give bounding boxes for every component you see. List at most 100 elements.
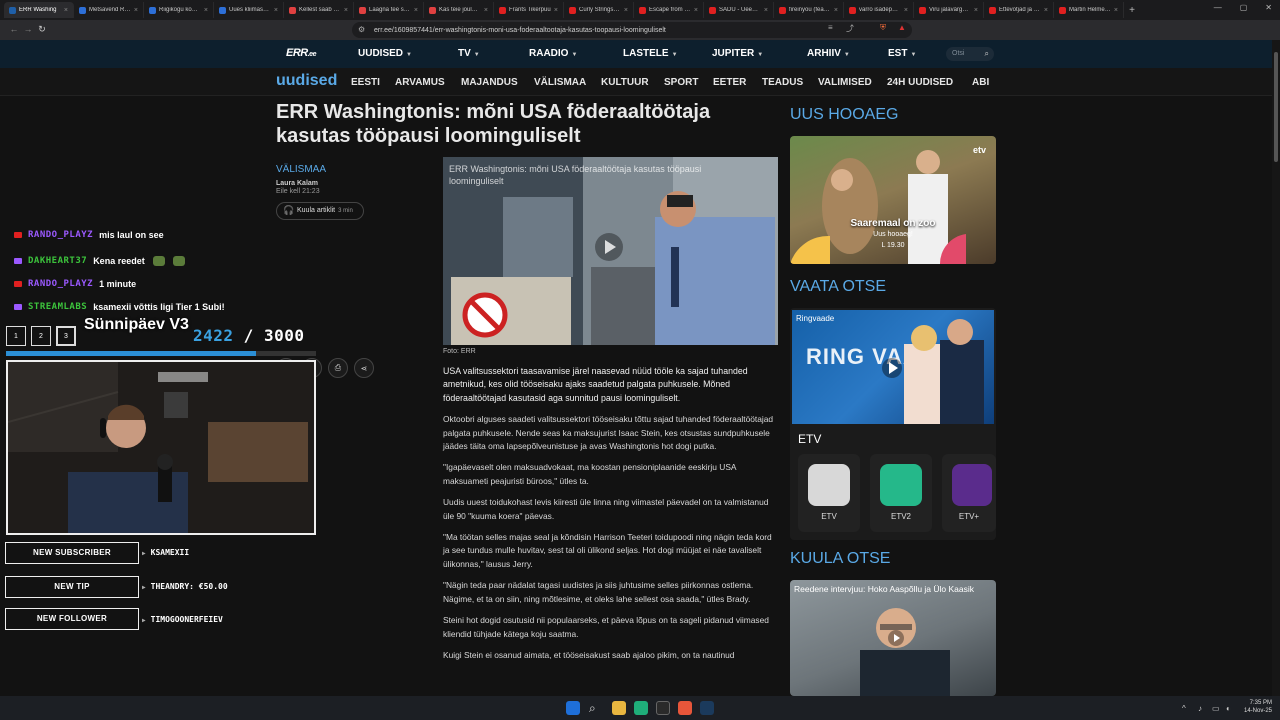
browser-tab[interactable]: Metsavend Ruuli ×	[74, 2, 144, 18]
kuula-caption: Reedene intervjuu: Hoko Aaspõllu ja Ülo …	[794, 584, 975, 594]
browser-tab[interactable]: Ettevõtjad ja riigis×	[984, 2, 1054, 18]
subnav-24h-uudised[interactable]: 24H UUDISED	[887, 77, 953, 88]
scrollbar-thumb[interactable]	[1274, 52, 1278, 162]
site-info-icon[interactable]: ⚙	[358, 25, 365, 34]
reload-icon[interactable]: ↻	[34, 24, 50, 35]
channel-etv[interactable]: ETV	[798, 454, 860, 532]
etv-plus-logo-icon	[952, 464, 992, 506]
minimize-icon[interactable]: —	[1214, 3, 1222, 12]
tab-close-icon[interactable]: ×	[134, 7, 138, 14]
uudised-brand[interactable]: uudised	[276, 72, 337, 90]
tab-label: Curly Strings x Ma	[579, 7, 621, 13]
article-hero-video[interactable]: ERR Washingtonis: mõni USA föderaaltööta…	[443, 157, 778, 345]
close-window-icon[interactable]: ✕	[1265, 3, 1272, 12]
nav-raadio[interactable]: RAADIO ▼	[529, 48, 577, 59]
tab-close-icon[interactable]: ×	[484, 7, 488, 14]
subnav-teadus[interactable]: TEADUS	[762, 77, 803, 88]
search-input[interactable]: Otsi ⌕	[946, 47, 994, 61]
volume-icon[interactable]: ◐	[1226, 704, 1231, 713]
share-icon[interactable]: ⋖	[354, 358, 374, 378]
kuula-otse-card[interactable]: Reedene intervjuu: Hoko Aaspõllu ja Ülo …	[790, 580, 996, 696]
browser-tab[interactable]: Riigikogu komisjo×	[144, 2, 214, 18]
main-nav: ERR.ee UUDISED ▼ TV ▼ RAADIO ▼ LASTELE ▼ JUP…	[0, 40, 1280, 68]
tab-close-icon[interactable]: ×	[1114, 7, 1118, 14]
nav-language[interactable]: EST ▼	[888, 48, 916, 59]
tab-close-icon[interactable]: ×	[414, 7, 418, 14]
search-icon[interactable]: ⌕	[589, 701, 603, 715]
windows-start-icon[interactable]	[566, 701, 580, 715]
browser-tab[interactable]: SADU - Ueeks ho×	[704, 2, 774, 18]
brave-browser-icon[interactable]	[678, 701, 692, 715]
live-video-player[interactable]: Ringvaade RING VAADE	[792, 310, 994, 424]
browser-tab[interactable]: Kellest saab Tallin×	[284, 2, 354, 18]
browser-tab[interactable]: Kas teie jõuluking×	[424, 2, 494, 18]
browser-tab[interactable]: varro isadepäeva ×	[844, 2, 914, 18]
tab-close-icon[interactable]: ×	[974, 7, 978, 14]
article-section-link[interactable]: VÄLISMAA	[276, 164, 326, 175]
file-explorer-icon[interactable]	[612, 701, 626, 715]
search-icon[interactable]: ⌕	[985, 49, 989, 59]
browser-tab[interactable]: Uues kliimaseadu×	[214, 2, 284, 18]
microphone-icon[interactable]: ♪	[1198, 704, 1202, 713]
tab-close-icon[interactable]: ×	[1044, 7, 1048, 14]
reader-icon[interactable]: ≡	[828, 23, 833, 32]
browser-tab[interactable]: Escape from Tarko×	[634, 2, 704, 18]
browser-tab[interactable]: Martin Helme: E ×	[1054, 2, 1124, 18]
tab-close-icon[interactable]: ×	[694, 7, 698, 14]
browser-tab[interactable]: Frants Tikerpuu ×	[494, 2, 564, 18]
channel-etv-plus[interactable]: ETV+	[942, 454, 996, 532]
subnav-eeter[interactable]: EETER	[713, 77, 746, 88]
clock[interactable]: 7:35 PM 14-Nov-25	[1244, 699, 1272, 715]
browser-tab[interactable]: Laagna tee surma×	[354, 2, 424, 18]
tab-label: Riigikogu komisjo	[159, 7, 201, 13]
subnav-arvamus[interactable]: ARVAMUS	[395, 77, 445, 88]
tab-close-icon[interactable]: ×	[64, 7, 68, 14]
steam-icon[interactable]	[700, 701, 714, 715]
nav-uudised[interactable]: UUDISED ▼	[358, 48, 412, 59]
nav-tv[interactable]: TV ▼	[458, 48, 480, 59]
network-icon[interactable]: ▭	[1212, 704, 1220, 713]
tab-close-icon[interactable]: ×	[204, 7, 208, 14]
chat-message: RANDO_PLAYZ 1 minute	[14, 279, 136, 289]
brave-rewards-icon[interactable]: ▲	[898, 23, 906, 32]
share-url-icon[interactable]: ⤴	[846, 23, 854, 34]
tab-close-icon[interactable]: ×	[834, 7, 838, 14]
print-icon[interactable]: ⎙	[328, 358, 348, 378]
nav-lastele[interactable]: LASTELE ▼	[623, 48, 678, 59]
play-arrow-icon: ▶	[142, 584, 146, 591]
subnav-sport[interactable]: SPORT	[664, 77, 698, 88]
tab-close-icon[interactable]: ×	[344, 7, 348, 14]
subnav-abi[interactable]: ABI	[972, 77, 989, 88]
nav-arhiiv[interactable]: ARHIIV ▼	[807, 48, 850, 59]
browser-tab[interactable]: ERR Washing ×	[4, 2, 74, 18]
subnav-eesti[interactable]: EESTI	[351, 77, 380, 88]
tab-close-icon[interactable]: ×	[764, 7, 768, 14]
new-tab-button[interactable]: +	[1124, 5, 1140, 16]
subnav-valismaa[interactable]: VÄLISMAA	[534, 77, 586, 88]
err-logo[interactable]: ERR.ee	[286, 47, 316, 59]
goal-progress-fill	[6, 351, 257, 356]
tab-close-icon[interactable]: ×	[554, 7, 558, 14]
maximize-icon[interactable]: ▢	[1240, 3, 1248, 12]
brave-shield-icon[interactable]: ⛨	[880, 23, 886, 33]
app-icon[interactable]	[634, 701, 648, 715]
subnav-majandus[interactable]: MAJANDUS	[461, 77, 518, 88]
uus-hooaeg-card[interactable]: etv Saaremaal on zoo Uus hooaeg! L 19.30	[790, 136, 996, 264]
subnav-valimised[interactable]: VALIMISED	[818, 77, 872, 88]
subnav-kultuur[interactable]: KULTUUR	[601, 77, 649, 88]
page-scrollbar[interactable]	[1272, 40, 1280, 696]
tray-chevron-icon[interactable]: ^	[1182, 704, 1186, 713]
nav-jupiter[interactable]: JUPITER ▼	[712, 48, 763, 59]
tab-close-icon[interactable]: ×	[904, 7, 908, 14]
tab-close-icon[interactable]: ×	[624, 7, 628, 14]
listen-article-button[interactable]: 🎧 Kuula artiklit 3 min	[276, 202, 364, 220]
article-author[interactable]: Laura Kalam	[276, 180, 318, 187]
browser-tab[interactable]: Viru jalavärgstaja ×	[914, 2, 984, 18]
browser-tab[interactable]: fireinyou (feat. Xe×	[774, 2, 844, 18]
tab-label: Frants Tikerpuu	[509, 7, 551, 13]
browser-tab[interactable]: Curly Strings x Ma×	[564, 2, 634, 18]
tab-favicon-icon	[569, 6, 576, 14]
tab-close-icon[interactable]: ×	[274, 7, 278, 14]
channel-etv2[interactable]: ETV2	[870, 454, 932, 532]
obs-icon[interactable]	[656, 701, 670, 715]
